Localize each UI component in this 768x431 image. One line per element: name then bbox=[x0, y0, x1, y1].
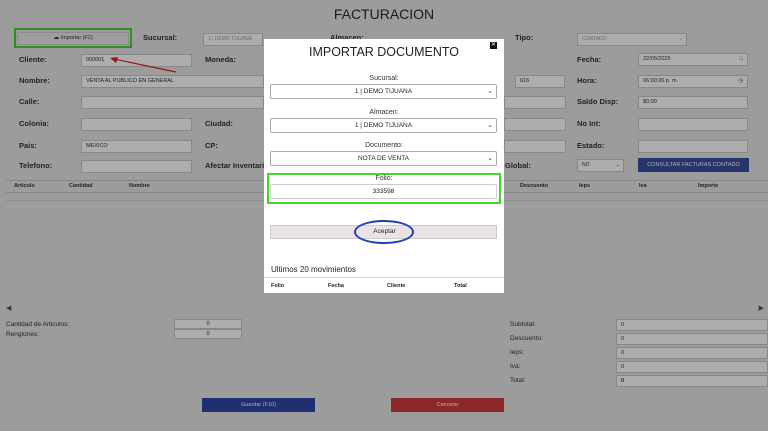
movimientos-col-total: Total bbox=[454, 283, 467, 289]
modal-sucursal-value: 1 | DEMO TIJUANA bbox=[354, 88, 413, 95]
aceptar-highlight-circle bbox=[354, 220, 414, 244]
movimientos-col-folio: Folio bbox=[271, 283, 285, 289]
modal-sucursal-label: Sucursal: bbox=[369, 75, 399, 82]
import-document-modal: IMPORTAR DOCUMENTO ✕ Sucursal: 1 | DEMO … bbox=[264, 39, 504, 293]
chevron-down-icon: ⌄ bbox=[487, 88, 493, 95]
modal-title: IMPORTAR DOCUMENTO bbox=[308, 45, 459, 59]
modal-documento-value: NOTA DE VENTA bbox=[357, 155, 410, 162]
movimientos-title: Ultimos 20 movimientos bbox=[271, 265, 356, 274]
modal-almacen-value: 1 | DEMO TIJUANA bbox=[354, 122, 413, 129]
chevron-down-icon: ⌄ bbox=[487, 155, 493, 162]
modal-almacen-select[interactable]: 1 | DEMO TIJUANA ⌄ bbox=[270, 118, 497, 133]
chevron-down-icon: ⌄ bbox=[487, 122, 493, 129]
modal-documento-label: Documento: bbox=[365, 142, 403, 149]
movimientos-col-cliente: Cliente bbox=[387, 283, 406, 289]
close-icon[interactable]: ✕ bbox=[490, 42, 497, 49]
modal-documento-select[interactable]: NOTA DE VENTA ⌄ bbox=[270, 151, 497, 166]
modal-sucursal-select[interactable]: 1 | DEMO TIJUANA ⌄ bbox=[270, 84, 497, 99]
movimientos-col-fecha: Fecha bbox=[328, 283, 344, 289]
modal-folio-input[interactable]: 333598 bbox=[270, 184, 497, 199]
modal-folio-label: Folio: bbox=[375, 175, 393, 182]
movimientos-table-header: Folio Fecha Cliente Total bbox=[264, 277, 504, 289]
modal-almacen-label: Almacen: bbox=[369, 109, 399, 116]
